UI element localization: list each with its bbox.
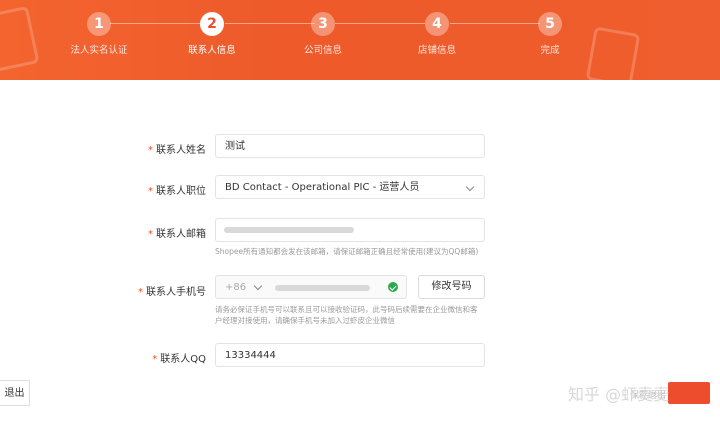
step-4: 4 店铺信息: [382, 12, 492, 56]
next-button[interactable]: [668, 382, 710, 404]
step-number: 1: [87, 12, 111, 36]
position-select[interactable]: BD Contact - Operational PIC - 运营人员: [215, 175, 485, 199]
email-label: * 联系人邮箱: [148, 229, 206, 240]
step-1: 1 法人实名认证: [44, 12, 154, 56]
email-hint: Shopee所有通知都会发在该邮箱，请保证邮箱正确且经常使用(建议为QQ邮箱): [215, 247, 479, 256]
position-selected-value: BD Contact - Operational PIC - 运营人员: [225, 182, 420, 193]
phone-label: * 联系人手机号: [138, 287, 206, 298]
name-label: * 联系人姓名: [148, 145, 206, 156]
verified-check-icon: [388, 282, 398, 292]
phone-country-code[interactable]: +86: [225, 282, 246, 293]
step-label: 完成: [540, 45, 560, 56]
name-input[interactable]: 测试: [215, 134, 485, 158]
step-number: 3: [311, 12, 335, 36]
watermark: 知乎 @虾麦麦: [568, 385, 670, 404]
step-2: 2 联系人信息: [157, 12, 267, 56]
step-label: 公司信息: [303, 45, 342, 56]
step-label: 法人实名认证: [70, 45, 128, 56]
stepper-header: 1 法人实名认证 2 联系人信息 3 公司信息 4 店铺信息 5 完成: [0, 0, 720, 80]
phone-value-redacted: [275, 285, 370, 291]
qq-label: * 联系人QQ: [152, 354, 206, 365]
step-number: 2: [200, 12, 224, 36]
edit-phone-button[interactable]: 修改号码: [418, 275, 485, 299]
step-5: 5 完成: [495, 12, 605, 56]
step-number: 5: [538, 12, 562, 36]
shopping-bag-decoration-icon: [0, 5, 40, 73]
step-number: 4: [425, 12, 449, 36]
phone-hint: 请务必保证手机号可以联系且可以接收验证码，此号码后续需要在企业微信和客 户经理对…: [215, 305, 478, 325]
position-label: * 联系人职位: [148, 186, 206, 197]
exit-button[interactable]: 退出: [0, 380, 30, 406]
qq-input[interactable]: 13334444: [215, 343, 485, 367]
email-value-redacted: [224, 227, 354, 233]
step-3: 3 公司信息: [268, 12, 378, 56]
step-label: 联系人信息: [188, 45, 236, 56]
step-label: 店铺信息: [417, 45, 456, 56]
